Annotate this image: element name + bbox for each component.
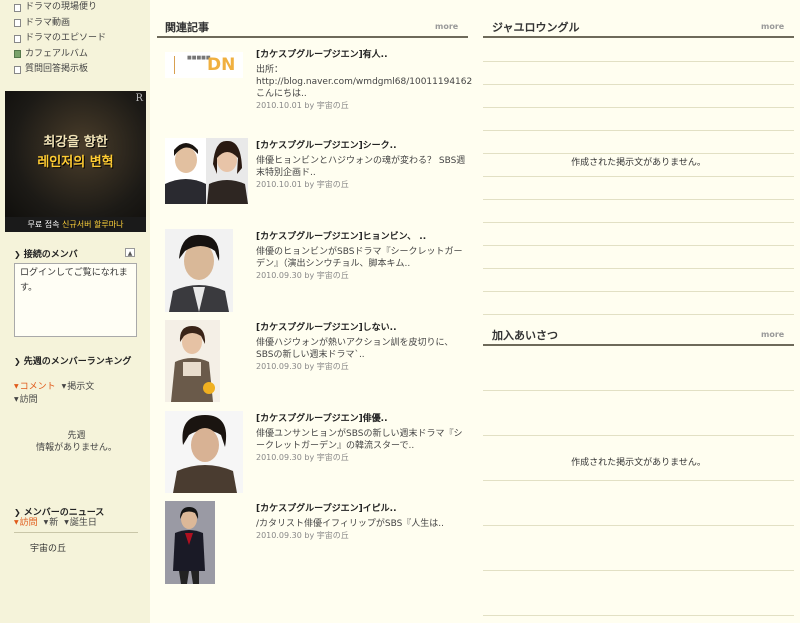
ranking-empty-message: 先週 情報がありません。 [36, 431, 117, 453]
article-excerpt: 俳優ハジウォンが熱いアクション訓を皮切りに、 SBSの新しい週末ドラマ`.. 20… [256, 338, 454, 371]
article-meta: 2010.09.30 by 宇宙の丘 [256, 453, 349, 462]
article-meta: 2010.09.30 by 宇宙の丘 [256, 362, 349, 371]
triangle-down-icon: ▼ [14, 383, 19, 390]
menu-item-label: ドラマ動画 [25, 17, 71, 28]
photo-album-icon [14, 50, 21, 59]
article-meta: 2010.09.30 by 宇宙の丘 [256, 271, 349, 280]
thumbnail-logo: DN [207, 55, 236, 75]
banner-corner-logo: R [135, 93, 143, 104]
ranking-tabs: ▼コメント ▼掲示文 ▼訪問 [14, 381, 100, 407]
free-board-more-link[interactable]: more [761, 22, 784, 31]
article-thumbnail[interactable] [165, 501, 215, 584]
join-greetings-list [483, 346, 794, 616]
tab-comments[interactable]: ▼コメント [14, 382, 56, 392]
member-link[interactable]: 宇宙の丘 [30, 541, 66, 554]
triangle-down-icon: ▼ [64, 519, 69, 526]
join-greetings-title: 加入あいさつ [492, 329, 558, 342]
article-thumbnail[interactable] [165, 229, 233, 312]
article-thumbnail[interactable] [165, 138, 248, 204]
menu-item-label: ドラマの現場便り [25, 2, 98, 12]
article-excerpt: 俳優ヒョンビンとハジウォンの魂が変わる？ SBS週末特別企画ド.. 2010.10… [256, 156, 466, 189]
banner-footer-server: 신규서버 할루마나 [62, 220, 124, 229]
free-board-empty-message: 作成された掲示文がありません。 [571, 158, 706, 168]
article-title[interactable]: [カケスプグループジエン]しない.. [256, 320, 397, 333]
tab-news-visits[interactable]: ▼訪問 [14, 518, 38, 528]
article-meta: 2010.10.01 by 宇宙の丘 [256, 180, 349, 189]
banner-footer-free: 무료 접속 [27, 220, 60, 229]
article-excerpt: 出所：http://blog.naver.com/wmdgml68/100111… [256, 65, 473, 110]
banner-headline: 최강을 향한 [43, 135, 108, 150]
tab-news-birthday[interactable]: ▼誕生日 [64, 518, 97, 528]
article-thumbnail[interactable] [165, 320, 220, 402]
login-notice-text: ログインしてご覧になれます。 [20, 268, 128, 293]
collapse-button[interactable]: ▲ [125, 248, 135, 257]
join-greetings-more-link[interactable]: more [761, 330, 784, 339]
chevron-right-icon: ❯ [14, 508, 21, 517]
menu-item-label: カフェアルバム [25, 48, 88, 59]
menu-item-drama-video[interactable]: ドラマ動画 [14, 16, 144, 32]
chevron-right-icon: ❯ [14, 250, 21, 259]
related-articles-title: 関連記事 [165, 21, 209, 34]
weekly-ranking-title: ❯ 先週のメンバーランキング [14, 357, 132, 367]
chevron-right-icon: ❯ [14, 357, 21, 366]
menu-item-qa-board[interactable]: 質問回答掲示板 [14, 62, 144, 78]
article-excerpt: 俳優ユンサンヒョンがSBSの新しい週末ドラマ『シークレットガーデン』の韓流スター… [256, 429, 463, 462]
sidebar: ドラマの現場便り ドラマ動画 ドラマのエピソード カフェアルバム 質問回答掲示板… [0, 0, 150, 623]
menu-item-label: ドラマのエピソード [25, 33, 107, 43]
menu-item-drama-episode[interactable]: ドラマのエピソード [14, 31, 144, 47]
article-thumbnail[interactable] [165, 411, 243, 493]
board-icon [14, 19, 21, 28]
article-title[interactable]: [カケスプグループジエン]イピル.. [256, 501, 397, 514]
panel-header-rule [157, 36, 468, 38]
tab-visits[interactable]: ▼訪問 [14, 395, 38, 405]
cafe-menu: ドラマの現場便り ドラマ動画 ドラマのエピソード カフェアルバム 質問回答掲示板 [14, 0, 144, 78]
menu-item-label: 質問回答掲示板 [25, 64, 89, 74]
article-thumbnail[interactable]: ■■■■■ DN [165, 52, 243, 78]
article-title[interactable]: [カケスプグループジエン]ヒョンビン、 .. [256, 229, 426, 242]
free-board-title: ジャユロウングル [492, 21, 580, 34]
article-meta: 2010.10.01 by 宇宙の丘 [256, 101, 349, 110]
triangle-down-icon: ▼ [61, 383, 67, 390]
article-excerpt: /カタリスト俳優イフィリップがSBS『人生は.. 2010.09.30 by 宇宙… [256, 519, 445, 540]
tab-posts[interactable]: ▼掲示文 [62, 382, 95, 392]
board-icon [14, 65, 21, 74]
join-greetings-empty-message: 作成された掲示文がありません。 [571, 458, 706, 468]
game-ad-banner[interactable]: R 최강을 향한 레인저의 변혁 무료 접속 신규서버 할루마나 [5, 91, 146, 232]
board-icon [14, 3, 21, 12]
login-notice-box: ログインしてご覧になれます。 [14, 263, 137, 337]
triangle-down-icon: ▼ [14, 519, 19, 526]
banner-title: 레인저의 변혁 [37, 155, 114, 170]
triangle-down-icon: ▼ [43, 519, 49, 526]
article-excerpt: 俳優のヒョンビンがSBSドラマ『シークレットガーデン』（演出シンウチョル、脚本キ… [256, 247, 463, 280]
connected-members-title: ❯ 接続のメンバ [14, 250, 78, 260]
tab-news-new[interactable]: ▼新 [44, 518, 59, 528]
triangle-down-icon: ▼ [14, 396, 19, 403]
article-title[interactable]: [カケスプグループジエン]俳優.. [256, 411, 388, 424]
menu-item-cafe-album[interactable]: カフェアルバム [14, 47, 144, 63]
free-board-list [483, 38, 794, 315]
article-title[interactable]: [カケスプグループジエン]有人.. [256, 47, 388, 60]
banner-footer: 무료 접속 신규서버 할루마나 [5, 217, 146, 232]
related-articles-more-link[interactable]: more [435, 22, 458, 31]
menu-item-drama-news[interactable]: ドラマの現場便り [14, 0, 144, 16]
divider [14, 532, 138, 533]
article-meta: 2010.09.30 by 宇宙の丘 [256, 531, 349, 540]
article-title[interactable]: [カケスプグループジエン]シーク.. [256, 138, 397, 151]
news-tabs: ▼訪問 ▼新 ▼誕生日 [14, 517, 103, 530]
board-icon [14, 34, 21, 43]
